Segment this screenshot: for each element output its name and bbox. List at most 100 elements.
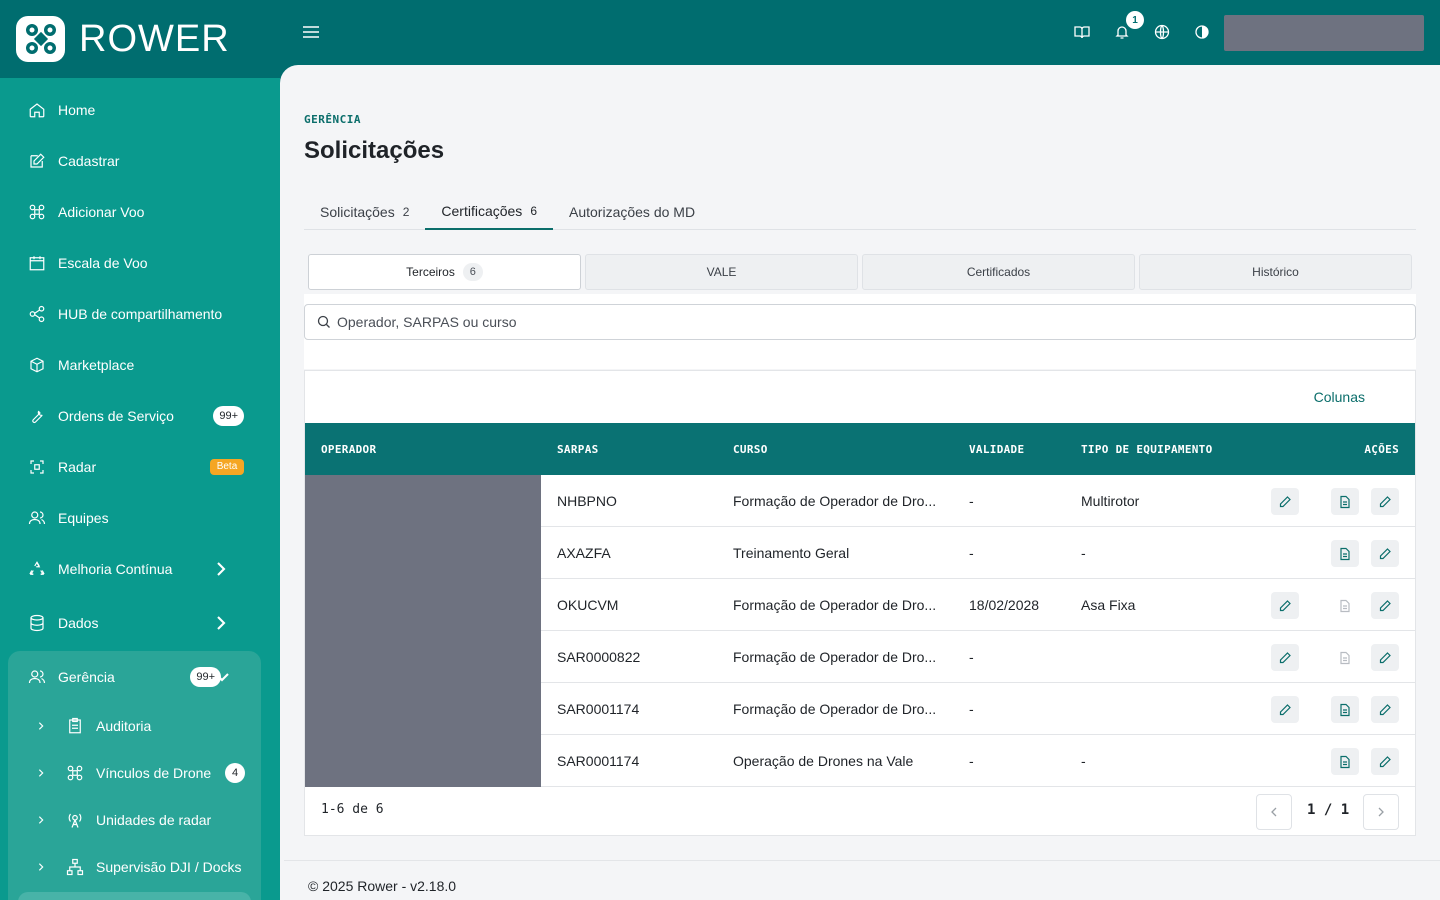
operator-redacted: [305, 735, 541, 787]
segment-historico[interactable]: Histórico: [1139, 254, 1412, 290]
sidebar-item-escala-de-voo[interactable]: Escala de Voo: [0, 237, 280, 288]
network-icon: [66, 858, 84, 875]
cell-validade: -: [969, 649, 974, 665]
user-menu[interactable]: [1224, 15, 1424, 51]
edit-button[interactable]: [1371, 748, 1399, 775]
sidebar-group-gerencia: Gerência 99+ Auditoria Vínculos de Drone…: [8, 651, 261, 900]
document-button[interactable]: [1331, 748, 1359, 775]
brand-name: ROWER: [79, 17, 230, 60]
edit-button[interactable]: [1371, 644, 1399, 671]
sidebar-subitem-label: Supervisão DJI / Docks: [96, 858, 242, 875]
table-row[interactable]: SAR0001174 Formação de Operador de Dro..…: [305, 683, 1415, 735]
sidebar-subitem-label: Unidades de radar: [96, 811, 212, 828]
radar-icon: [30, 459, 44, 474]
cell-curso: Formação de Operador de Dro...: [733, 597, 937, 613]
document-icon: [1340, 651, 1350, 664]
pencil-icon: [1379, 755, 1391, 767]
header-curso[interactable]: CURSO: [733, 443, 768, 456]
columns-button[interactable]: Colunas: [1314, 389, 1365, 405]
operator-redacted: [305, 579, 541, 631]
sidebar-subitem-partial[interactable]: [18, 892, 251, 900]
bell-icon[interactable]: [1114, 24, 1130, 40]
cell-curso: Formação de Operador de Dro...: [733, 649, 937, 665]
sidebar-item-marketplace[interactable]: Marketplace: [0, 339, 280, 390]
header-tipo-equipamento[interactable]: TIPO DE EQUIPAMENTO: [1081, 443, 1213, 456]
sidebar-item-label: Radar: [58, 458, 97, 475]
sidebar-item-hub[interactable]: HUB de compartilhamento: [0, 288, 280, 339]
edit-button[interactable]: [1371, 696, 1399, 723]
sidebar-item-cadastrar[interactable]: Cadastrar: [0, 135, 280, 186]
home-icon: [29, 102, 45, 117]
sidebar-item-adicionar-voo[interactable]: Adicionar Voo: [0, 186, 280, 237]
sidebar: ROWER Home Cadastrar Adicionar Voo Escal…: [0, 0, 280, 900]
sidebar-subitem-unidades-de-radar[interactable]: Unidades de radar: [8, 796, 261, 843]
sidebar-item-ordens-de-servico[interactable]: Ordens de Serviço 99+: [0, 390, 280, 441]
edit-certificate-button[interactable]: [1271, 696, 1299, 723]
cell-sarpas: SAR0001174: [557, 701, 640, 717]
tab-autorizacoes-md[interactable]: Autorizações do MD: [553, 193, 711, 230]
tab-label: Solicitações: [320, 203, 395, 220]
edit-certificate-button[interactable]: [1271, 488, 1299, 515]
tab-solicitacoes[interactable]: Solicitações 2: [304, 193, 425, 230]
table-row[interactable]: SAR0001174 Operação de Drones na Vale - …: [305, 735, 1415, 787]
sidebar-subitem-auditoria[interactable]: Auditoria: [8, 702, 261, 749]
sidebar-subitem-label: Vínculos de Drone: [96, 764, 212, 781]
sidebar-subitem-supervisao-dji[interactable]: Supervisão DJI / Docks: [8, 843, 261, 890]
header-validade[interactable]: VALIDADE: [969, 443, 1024, 456]
table-row[interactable]: AXAZFA Treinamento Geral - -: [305, 527, 1415, 579]
menu-icon[interactable]: [302, 23, 320, 41]
cell-validade: -: [969, 545, 974, 561]
tab-label: Certificações: [441, 202, 523, 219]
table-row[interactable]: OKUCVM Formação de Operador de Dro... 18…: [305, 579, 1415, 631]
document-button[interactable]: [1331, 540, 1359, 567]
document-button-disabled: [1331, 644, 1359, 671]
sidebar-item-gerencia[interactable]: Gerência 99+: [8, 651, 261, 702]
globe-icon[interactable]: [1154, 24, 1170, 40]
document-button[interactable]: [1331, 488, 1359, 515]
sidebar-item-melhoria-continua[interactable]: Melhoria Contínua: [0, 543, 280, 594]
beta-badge: Beta: [210, 458, 244, 475]
edit-certificate-button[interactable]: [1271, 644, 1299, 671]
operator-redacted: [305, 683, 541, 735]
chevron-right-icon: [217, 615, 226, 630]
sidebar-subitem-vinculos-de-drone[interactable]: Vínculos de Drone 4: [8, 749, 261, 796]
tab-certificacoes[interactable]: Certificações 6: [425, 193, 553, 230]
edit-button[interactable]: [1371, 540, 1399, 567]
brand[interactable]: ROWER: [0, 0, 280, 78]
drone-icon: [29, 204, 45, 219]
chevron-right-icon: [38, 815, 44, 824]
calendar-icon: [29, 255, 45, 270]
segment-terceiros[interactable]: Terceiros 6: [308, 254, 581, 290]
sidebar-item-radar[interactable]: Radar Beta: [0, 441, 280, 492]
segment-certificados[interactable]: Certificados: [862, 254, 1135, 290]
sidebar-item-label: Ordens de Serviço: [58, 407, 174, 424]
segment-label: VALE: [706, 265, 737, 279]
sidebar-item-label: Equipes: [58, 509, 109, 526]
edit-button[interactable]: [1371, 592, 1399, 619]
sidebar-item-home[interactable]: Home: [0, 84, 280, 135]
pencil-icon: [1279, 495, 1291, 507]
pencil-icon: [1379, 703, 1391, 715]
document-button[interactable]: [1331, 696, 1359, 723]
search-input[interactable]: [337, 314, 1337, 330]
table-row[interactable]: NHBPNO Formação de Operador de Dro... - …: [305, 475, 1415, 527]
tabs: Solicitações 2 Certificações 6 Autorizaç…: [304, 193, 1416, 230]
edit-certificate-button[interactable]: [1271, 592, 1299, 619]
header-sarpas[interactable]: SARPAS: [557, 443, 599, 456]
pencil-icon: [1279, 651, 1291, 663]
edit-button[interactable]: [1371, 488, 1399, 515]
sidebar-item-equipes[interactable]: Equipes: [0, 492, 280, 543]
book-icon[interactable]: [1074, 24, 1090, 40]
users-icon: [28, 669, 46, 683]
table-row[interactable]: SAR0000822 Formação de Operador de Dro..…: [305, 631, 1415, 683]
header-operador[interactable]: OPERADOR: [321, 443, 376, 456]
next-page-button[interactable]: [1363, 794, 1399, 830]
segment-vale[interactable]: VALE: [585, 254, 858, 290]
prev-page-button[interactable]: [1256, 794, 1292, 830]
breadcrumb: GERÊNCIA: [304, 113, 361, 126]
notification-badge: 1: [1126, 11, 1144, 29]
segment-label: Terceiros: [406, 265, 455, 279]
sidebar-item-dados[interactable]: Dados: [0, 597, 280, 648]
contrast-icon[interactable]: [1194, 24, 1210, 40]
share-icon: [29, 305, 45, 322]
